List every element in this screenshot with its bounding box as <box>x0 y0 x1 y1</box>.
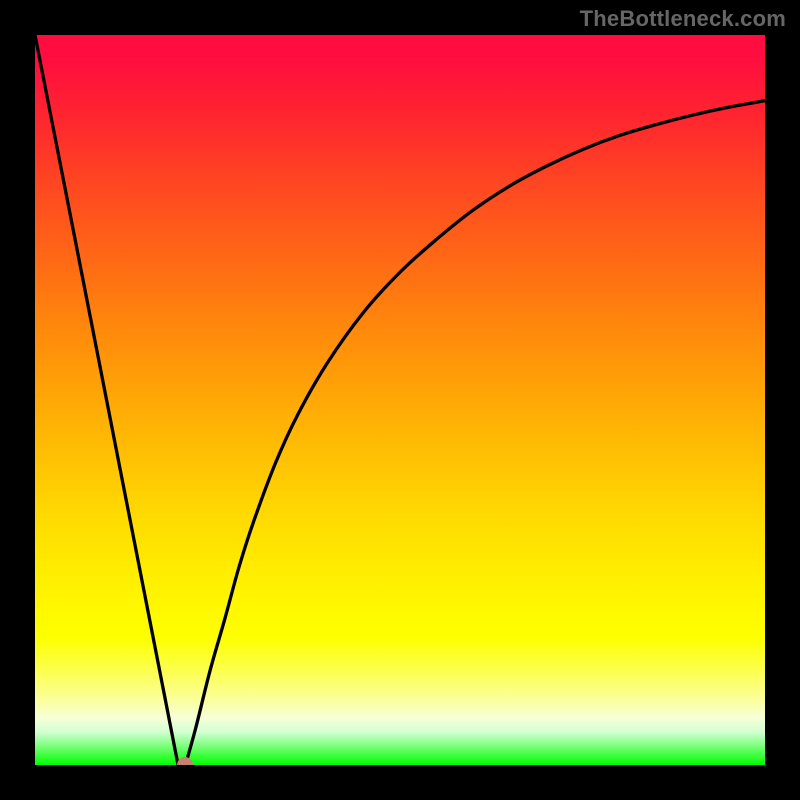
curve-layer <box>35 35 765 765</box>
attribution-label: TheBottleneck.com <box>580 6 786 32</box>
bottleneck-curve <box>35 35 765 765</box>
plot-area <box>35 35 765 765</box>
chart-frame: TheBottleneck.com <box>0 0 800 800</box>
